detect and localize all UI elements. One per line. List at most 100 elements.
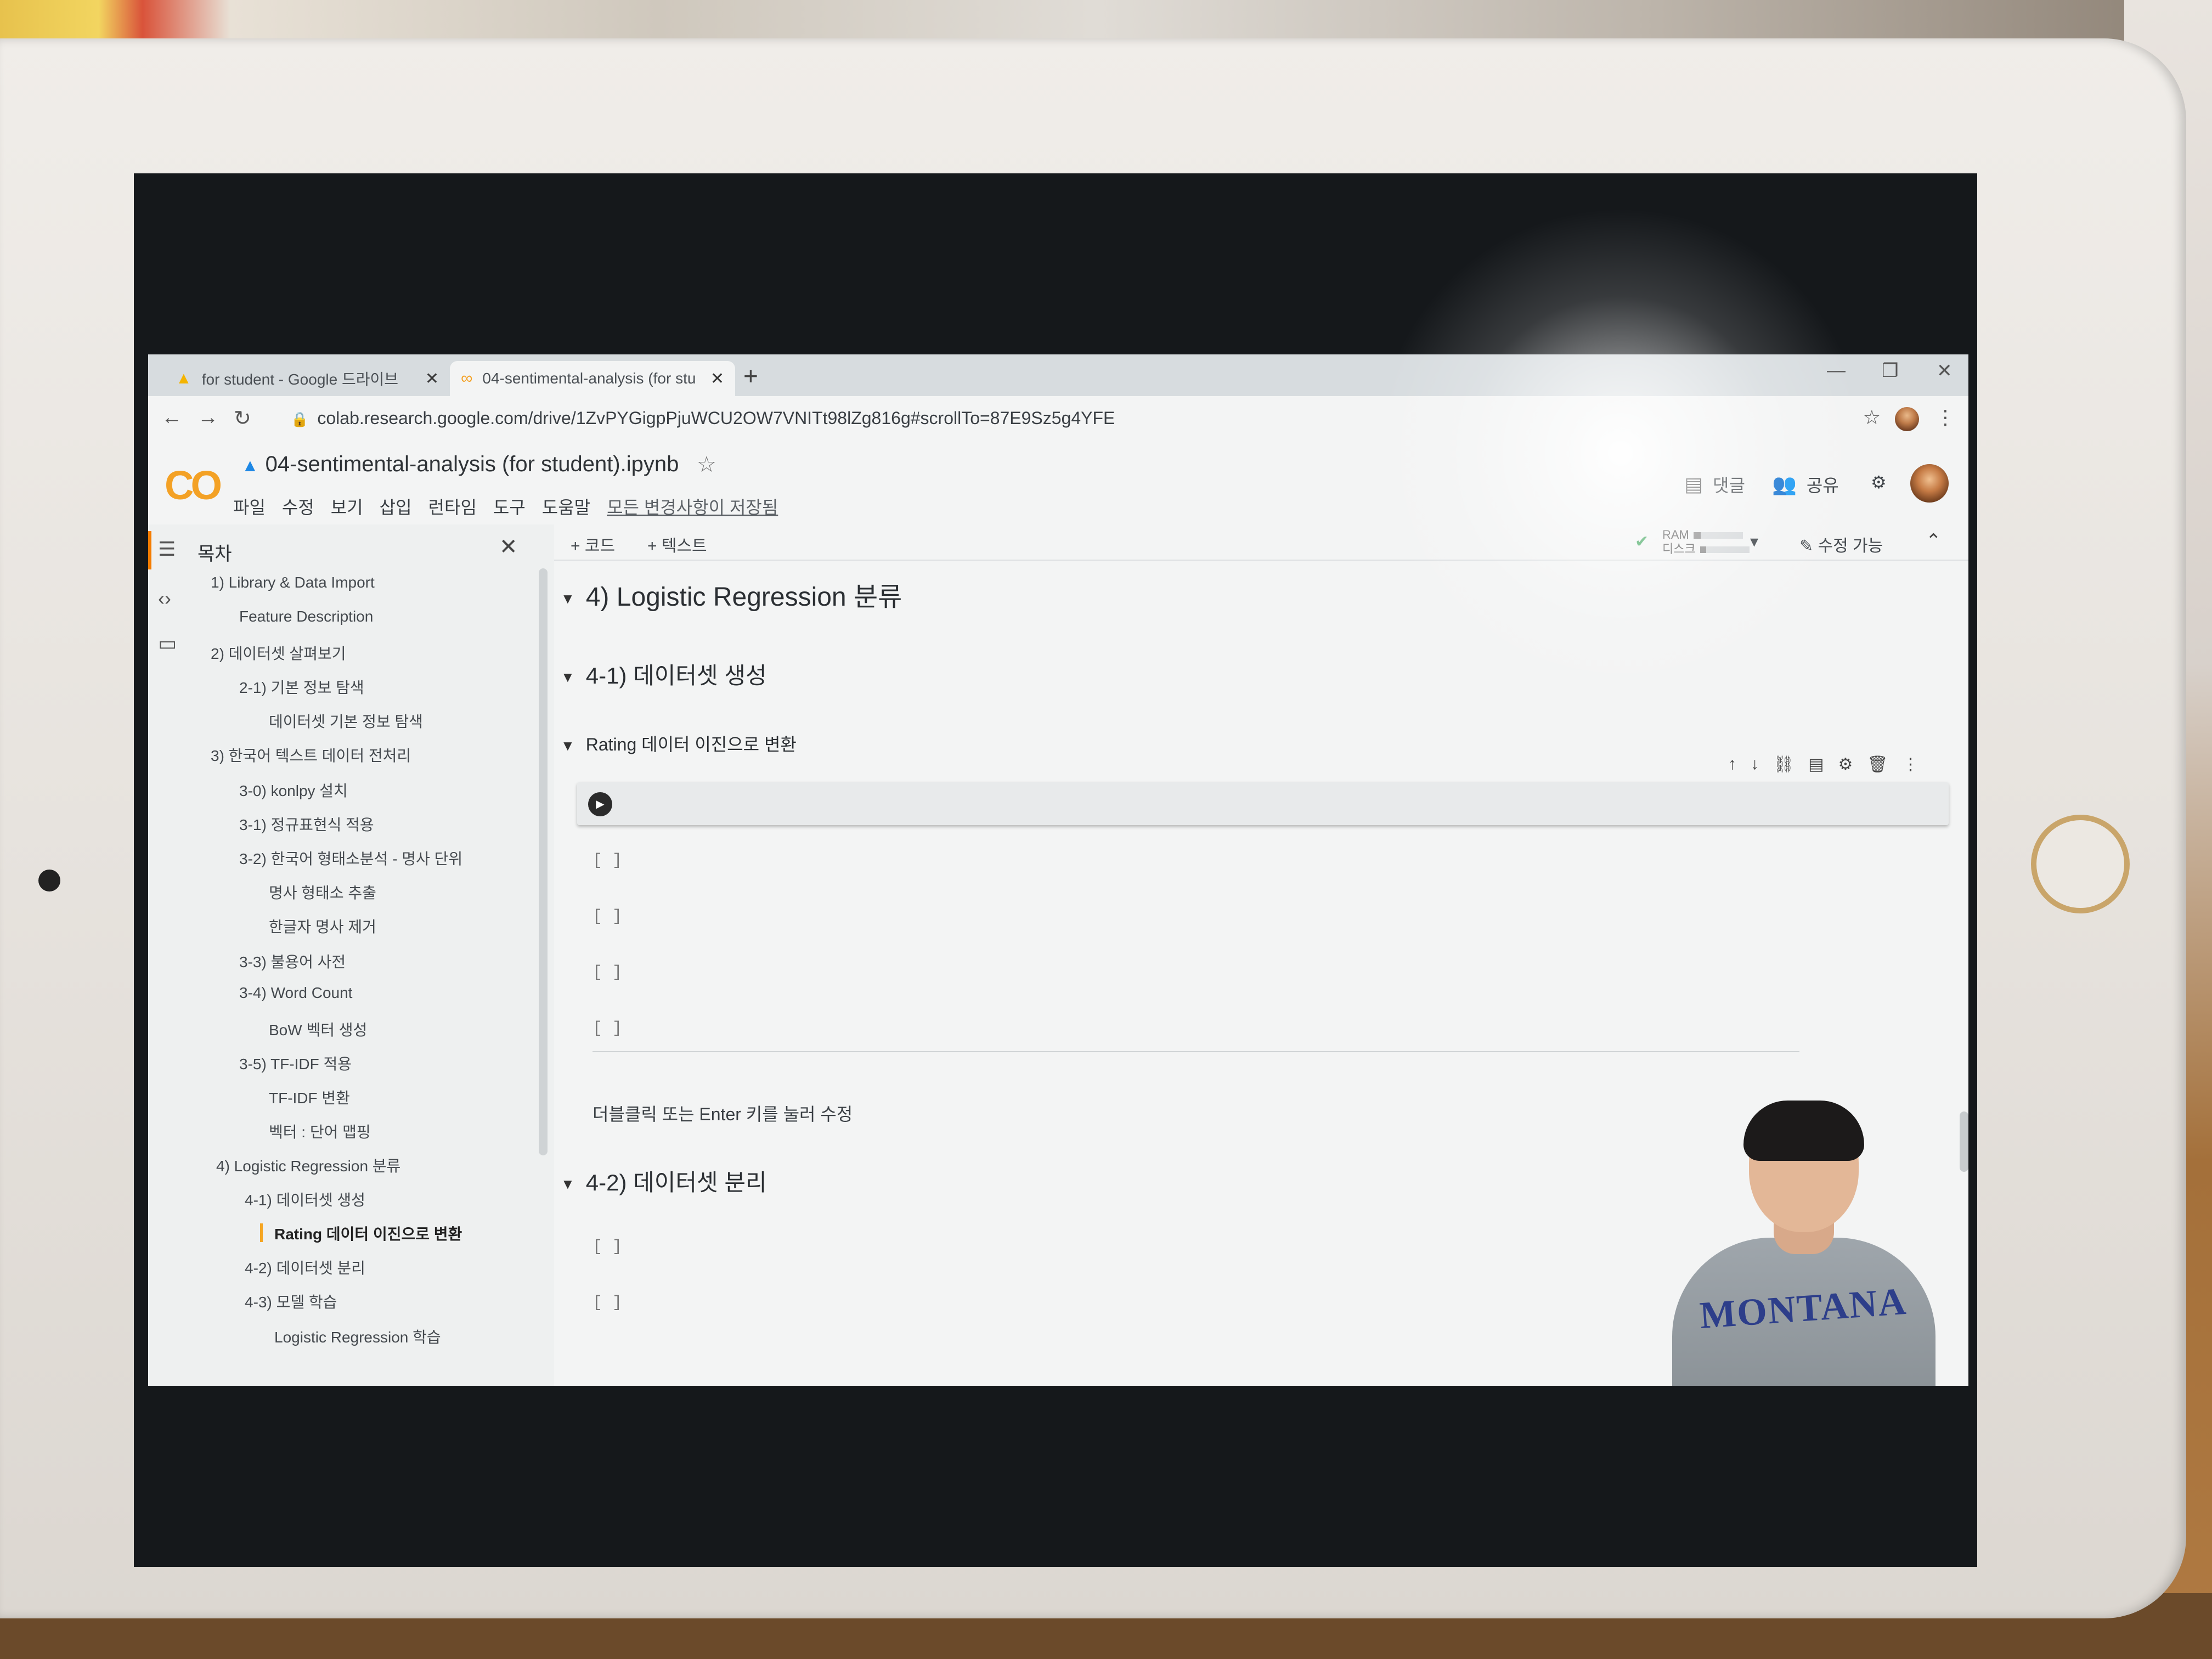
toc-item[interactable]: 벡터 : 단어 맵핑	[269, 1120, 371, 1142]
comment-button[interactable]: ▤ 댓글	[1684, 472, 1745, 497]
heading-dataset-creation[interactable]: ▼ 4-1) 데이터셋 생성	[561, 657, 767, 691]
heading-rating-binary[interactable]: ▼ Rating 데이터 이진으로 변환	[561, 731, 797, 756]
resource-monitor[interactable]: RAM 디스크	[1662, 528, 1750, 556]
move-up-icon[interactable]: ↑	[1728, 755, 1736, 774]
collapse-triangle-icon[interactable]: ▼	[561, 590, 575, 607]
empty-code-cell[interactable]: [ ]	[592, 907, 622, 926]
account-avatar[interactable]	[1910, 464, 1949, 503]
empty-code-cell[interactable]: [ ]	[592, 851, 622, 870]
toc-item-active[interactable]: Rating 데이터 이진으로 변환	[259, 1222, 462, 1244]
toc-list-icon[interactable]: ☰	[158, 538, 176, 561]
add-code-button[interactable]: + 코드	[571, 532, 615, 556]
heading-logistic-regression[interactable]: ▼ 4) Logistic Regression 분류	[561, 575, 902, 613]
more-options-icon[interactable]: ⋮	[1902, 755, 1918, 774]
webcam-overlay: MONTANA	[1661, 1101, 1946, 1386]
menu-runtime[interactable]: 런타임	[428, 494, 477, 519]
settings-gear-icon[interactable]: ⚙	[1871, 472, 1887, 493]
bookmark-star-icon[interactable]: ☆	[1863, 406, 1881, 429]
toc-item[interactable]: 4-1) 데이터셋 생성	[245, 1188, 365, 1210]
toc-item[interactable]: 3-0) konlpy 설치	[239, 779, 348, 801]
back-icon[interactable]: ←	[161, 406, 182, 430]
toc-item[interactable]: Feature Description	[239, 608, 373, 625]
collapse-triangle-icon[interactable]: ▼	[561, 737, 575, 754]
files-folder-icon[interactable]: ▭	[158, 632, 177, 655]
empty-code-cell[interactable]: [ ]	[592, 1238, 622, 1256]
tab-colab-notebook[interactable]: ∞ 04-sentimental-analysis (for stu ✕	[450, 361, 735, 396]
toc-item[interactable]: 1) Library & Data Import	[211, 574, 375, 591]
presenter-hair	[1743, 1101, 1864, 1161]
toc-item[interactable]: 4) Logistic Regression 분류	[216, 1154, 400, 1176]
toc-item[interactable]: 데이터셋 기본 정보 탐색	[269, 710, 423, 732]
browser-menu-icon[interactable]: ⋮	[1936, 406, 1955, 429]
menu-file[interactable]: 파일	[233, 494, 266, 519]
forward-icon[interactable]: →	[198, 406, 218, 430]
menu-tools[interactable]: 도구	[493, 494, 526, 519]
close-tab-icon[interactable]: ✕	[425, 369, 439, 388]
minimize-icon[interactable]: —	[1827, 360, 1846, 381]
active-code-cell[interactable]: ▶	[577, 782, 1949, 825]
browser-profile-avatar[interactable]	[1895, 407, 1919, 431]
toc-item[interactable]: BoW 벡터 생성	[269, 1018, 367, 1040]
code-snippets-icon[interactable]: ‹›	[158, 587, 171, 610]
empty-code-cell[interactable]: [ ]	[592, 1019, 622, 1038]
address-bar: ← → ↻ 🔒 colab.research.google.com/drive/1…	[148, 396, 1968, 443]
empty-code-cell[interactable]: [ ]	[592, 963, 622, 982]
menu-insert[interactable]: 삽입	[380, 494, 412, 519]
move-down-icon[interactable]: ↓	[1751, 755, 1759, 774]
new-tab-button[interactable]: +	[743, 361, 758, 391]
reload-icon[interactable]: ↻	[234, 406, 251, 431]
restore-icon[interactable]: ❐	[1882, 360, 1898, 382]
menu-edit[interactable]: 수정	[282, 494, 314, 519]
close-window-icon[interactable]: ✕	[1937, 360, 1953, 382]
menu-help[interactable]: 도움말	[542, 494, 590, 519]
toc-item[interactable]: 3-1) 정규표현식 적용	[239, 813, 374, 835]
notebook-title[interactable]: ▲ 04-sentimental-analysis (for student).i…	[241, 452, 679, 477]
add-text-button[interactable]: + 텍스트	[647, 532, 707, 556]
toc-item[interactable]: 2) 데이터셋 살펴보기	[211, 642, 346, 664]
tab-google-drive[interactable]: ▲ for student - Google 드라이브 ✕	[165, 361, 450, 396]
home-button[interactable]	[2031, 815, 2130, 913]
toc-item[interactable]: 한글자 명사 제거	[269, 915, 376, 937]
menu-view[interactable]: 보기	[331, 494, 363, 519]
heading-text: 4) Logistic Regression 분류	[585, 583, 902, 612]
toc-item[interactable]: 4-2) 데이터셋 분리	[245, 1256, 365, 1278]
front-camera	[38, 870, 60, 891]
toc-item[interactable]: 3) 한국어 텍스트 데이터 전처리	[211, 744, 411, 766]
edit-mode-label: 수정 가능	[1818, 537, 1883, 555]
heading-text: Rating 데이터 이진으로 변환	[585, 735, 797, 754]
toc-item[interactable]: 3-3) 불용어 사전	[239, 950, 346, 972]
collapse-triangle-icon[interactable]: ▼	[561, 669, 575, 685]
delete-icon[interactable]: 🗑	[1867, 755, 1888, 774]
toc-item[interactable]: 4-3) 모델 학습	[245, 1290, 337, 1312]
menu-bar: 파일 수정 보기 삽입 런타임 도구 도움말 모든 변경사항이 저장됨	[233, 494, 794, 519]
star-notebook-icon[interactable]: ☆	[697, 452, 716, 477]
comment-icon[interactable]: ▤	[1808, 755, 1824, 774]
edit-hint-text[interactable]: 더블클릭 또는 Enter 키를 눌러 수정	[592, 1101, 853, 1126]
save-status[interactable]: 모든 변경사항이 저장됨	[607, 494, 778, 519]
chevron-down-icon[interactable]: ▾	[1750, 532, 1758, 551]
chevron-up-icon[interactable]: ⌃	[1926, 530, 1942, 552]
edit-mode-button[interactable]: ✎ 수정 가능	[1799, 532, 1883, 556]
cell-settings-icon[interactable]: ⚙	[1838, 755, 1853, 774]
heading-dataset-split[interactable]: ▼ 4-2) 데이터셋 분리	[561, 1164, 767, 1198]
notebook-title-text: 04-sentimental-analysis (for student).ip…	[265, 452, 679, 476]
notebook-scrollbar[interactable]	[1960, 1111, 1968, 1172]
toc-item[interactable]: 2-1) 기본 정보 탐색	[239, 676, 364, 698]
toc-item[interactable]: 명사 형태소 추출	[269, 881, 376, 903]
toc-item[interactable]: 3-4) Word Count	[239, 984, 352, 1002]
toc-item[interactable]: TF-IDF 변환	[269, 1086, 350, 1108]
toc-item[interactable]: Logistic Regression 학습	[274, 1325, 441, 1347]
close-tab-icon[interactable]: ✕	[710, 369, 724, 388]
url-field[interactable]: 🔒 colab.research.google.com/drive/1ZvPYGi…	[291, 408, 1115, 428]
link-icon[interactable]: ⛓	[1773, 755, 1794, 774]
toc-scrollbar[interactable]	[539, 568, 548, 1155]
tablet-screen: ▲ for student - Google 드라이브 ✕ ∞ 04-senti…	[134, 173, 1977, 1567]
share-button[interactable]: 👥 공유	[1772, 472, 1839, 497]
run-cell-icon[interactable]: ▶	[588, 792, 612, 816]
toc-item[interactable]: 3-2) 한국어 형태소분석 - 명사 단위	[239, 847, 462, 869]
empty-code-cell[interactable]: [ ]	[592, 1294, 622, 1312]
close-toc-icon[interactable]: ✕	[499, 534, 518, 560]
colab-logo[interactable]: CO	[165, 462, 222, 509]
toc-item[interactable]: 3-5) TF-IDF 적용	[239, 1052, 352, 1074]
collapse-triangle-icon[interactable]: ▼	[561, 1176, 575, 1192]
